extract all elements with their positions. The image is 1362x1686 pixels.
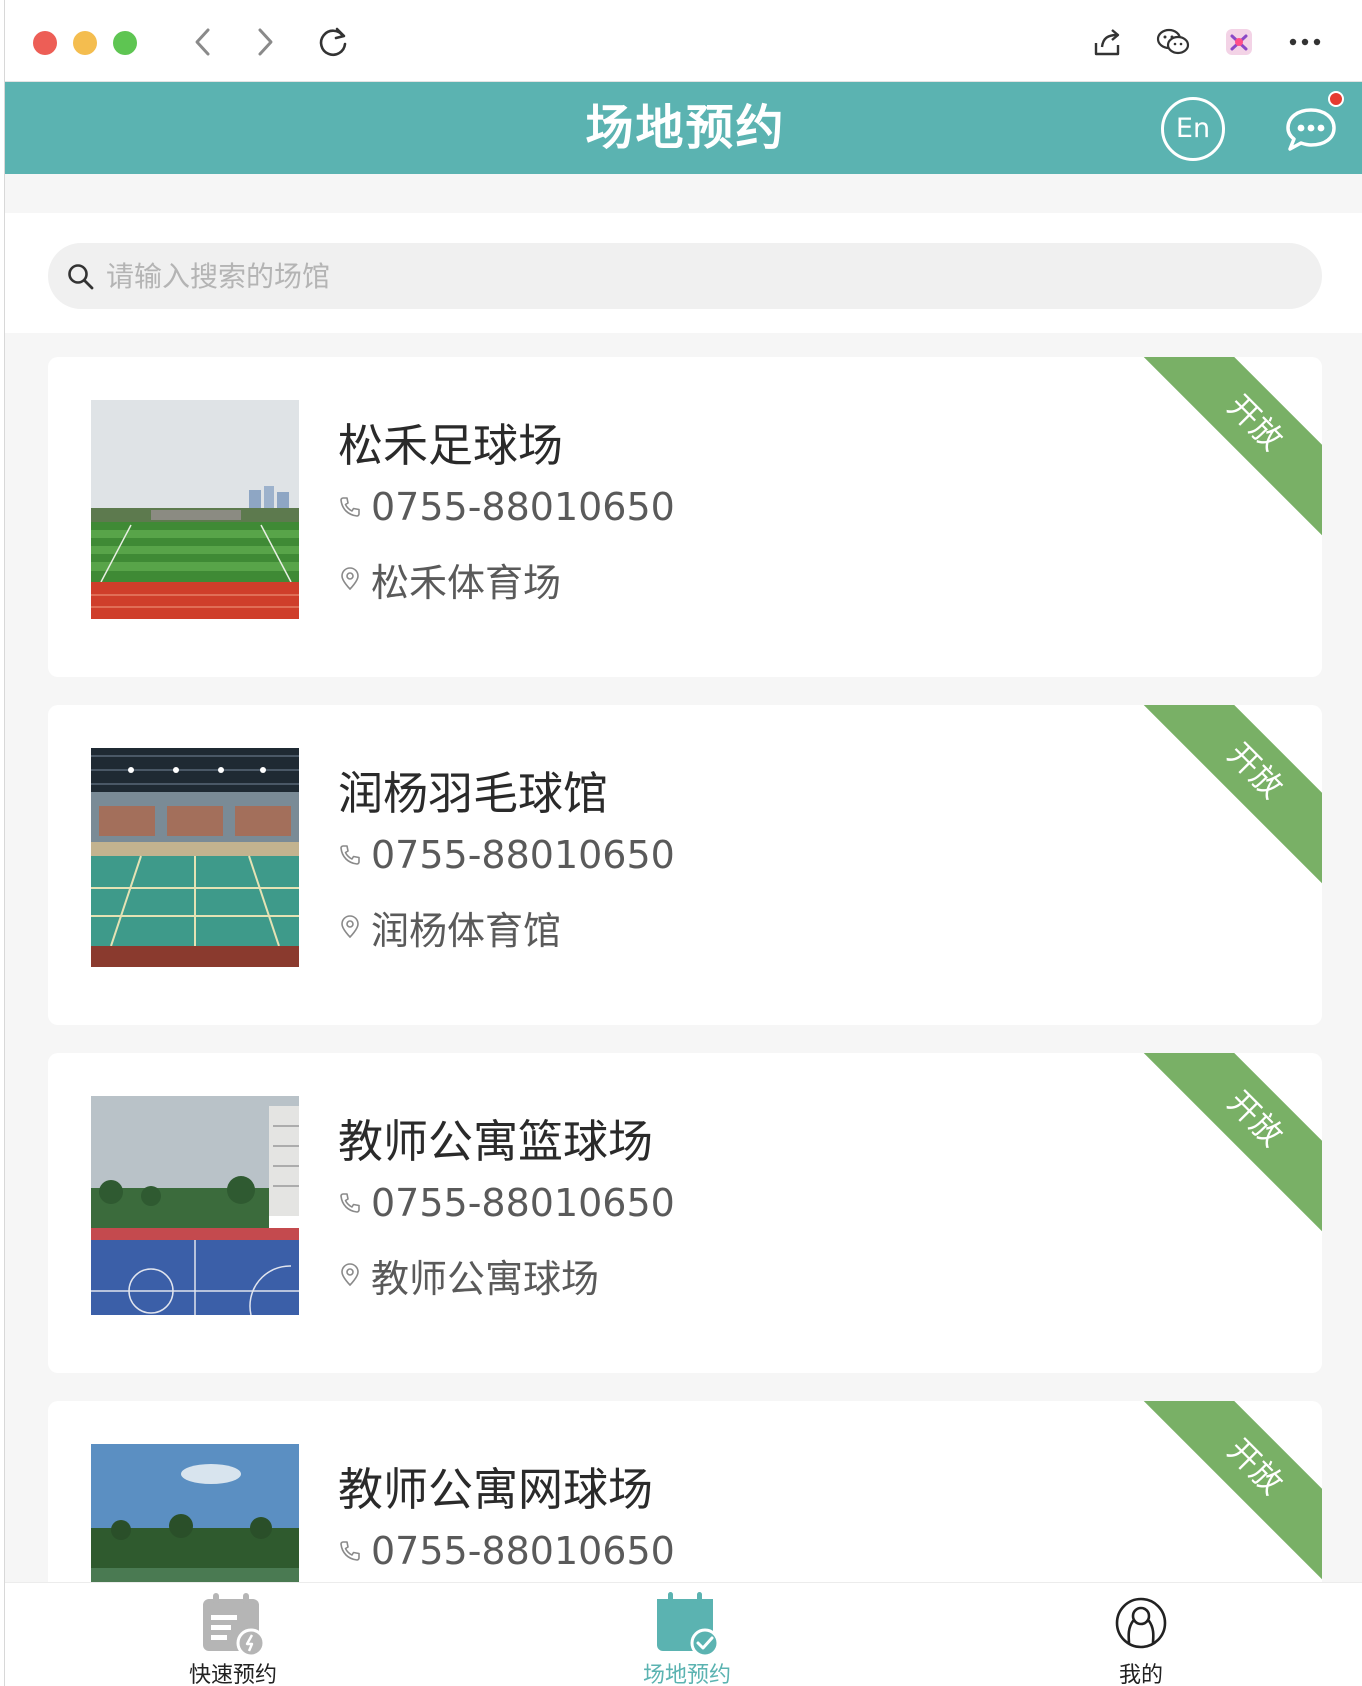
- venue-phone-text: 0755-88010650: [371, 1529, 675, 1573]
- app-window: 场地预约 En 松禾足球场: [4, 0, 1362, 1686]
- location-pin-icon: [341, 915, 359, 939]
- tab-venue-booking[interactable]: 场地预约: [587, 1583, 787, 1686]
- phone-icon: [340, 845, 360, 865]
- page-title: 场地预约: [585, 100, 786, 156]
- more-button[interactable]: [1285, 22, 1325, 62]
- phone-icon: [340, 1193, 360, 1213]
- venue-phone-text: 0755-88010650: [371, 485, 675, 529]
- app-header: 场地预约 En: [5, 82, 1362, 174]
- bottom-tab-bar: 快速预约 场地预约 我的: [5, 1582, 1362, 1686]
- venue-location-text: 松禾体育场: [371, 560, 562, 605]
- reload-button[interactable]: [313, 22, 353, 62]
- search-bar[interactable]: [48, 243, 1322, 309]
- chevron-right-icon: [258, 28, 273, 56]
- message-button[interactable]: [1281, 102, 1341, 158]
- venue-name: 润杨羽毛球馆: [338, 767, 609, 820]
- venue-name: 教师公寓网球场: [338, 1463, 654, 1516]
- app-extension-icon: [1226, 29, 1252, 55]
- share-icon: [1094, 29, 1120, 56]
- tab-quick-booking[interactable]: 快速预约: [133, 1583, 333, 1686]
- search-input[interactable]: [106, 243, 1286, 309]
- location-pin-icon: [341, 1263, 359, 1287]
- tab-mine[interactable]: 我的: [1041, 1583, 1241, 1686]
- venue-name: 教师公寓篮球场: [338, 1115, 654, 1168]
- venue-location-text: 教师公寓球场: [371, 1256, 600, 1301]
- close-window-button[interactable]: [33, 31, 57, 55]
- status-ribbon: 开放: [1138, 1401, 1322, 1584]
- share-button[interactable]: [1087, 22, 1127, 62]
- notification-dot: [1328, 91, 1344, 107]
- forward-button[interactable]: [245, 22, 285, 62]
- browser-toolbar: [5, 0, 1362, 82]
- tab-label: 我的: [1118, 1663, 1163, 1686]
- venue-card[interactable]: 润杨羽毛球馆 0755-88010650 润杨体育馆 开放: [48, 705, 1322, 1025]
- status-ribbon: 开放: [1138, 357, 1322, 540]
- minimize-window-button[interactable]: [73, 31, 97, 55]
- venue-phone[interactable]: 0755-88010650: [338, 485, 675, 529]
- phone-icon: [340, 497, 360, 517]
- venue-phone[interactable]: 0755-88010650: [338, 1181, 675, 1225]
- location-pin-icon: [341, 567, 359, 591]
- venue-location-text: 润杨体育馆: [371, 908, 562, 953]
- venue-phone-text: 0755-88010650: [371, 833, 675, 877]
- venue-name: 松禾足球场: [338, 419, 564, 472]
- tab-label: 场地预约: [642, 1663, 731, 1686]
- calendar-list-icon: [203, 1593, 266, 1658]
- status-ribbon: 开放: [1138, 1053, 1322, 1236]
- calendar-check-icon: [657, 1590, 720, 1658]
- chat-bubble-icon: [1286, 108, 1336, 151]
- venue-location: 润杨体育馆: [338, 905, 561, 953]
- user-icon: [1115, 1597, 1167, 1649]
- reload-icon: [319, 27, 347, 57]
- venue-card[interactable]: 教师公寓篮球场 0755-88010650 教师公寓球场 开放: [48, 1053, 1322, 1373]
- venue-thumbnail-basketball: [91, 1096, 299, 1315]
- phone-icon: [340, 1541, 360, 1561]
- search-section: [5, 213, 1362, 333]
- wechat-button[interactable]: [1153, 22, 1193, 62]
- venue-card[interactable]: 松禾足球场 0755-88010650 松禾体育场 开放: [48, 357, 1322, 677]
- zoom-window-button[interactable]: [113, 31, 137, 55]
- venue-phone[interactable]: 0755-88010650: [338, 833, 675, 877]
- tab-label: 快速预约: [188, 1663, 277, 1686]
- chevron-left-icon: [195, 28, 210, 56]
- back-button[interactable]: [183, 22, 223, 62]
- venue-location: 松禾体育场: [338, 557, 561, 605]
- wechat-icon: [1156, 28, 1190, 55]
- extension-button[interactable]: [1219, 22, 1259, 62]
- venue-phone[interactable]: 0755-88010650: [338, 1529, 675, 1573]
- status-ribbon: 开放: [1138, 705, 1322, 888]
- more-dots-icon: [1289, 38, 1321, 46]
- venue-thumbnail-soccer: [91, 400, 299, 619]
- venue-thumbnail-badminton: [91, 748, 299, 967]
- venue-phone-text: 0755-88010650: [371, 1181, 675, 1225]
- search-icon: [68, 264, 94, 290]
- language-toggle-button[interactable]: En: [1161, 97, 1225, 161]
- venue-location: 教师公寓球场: [338, 1253, 599, 1301]
